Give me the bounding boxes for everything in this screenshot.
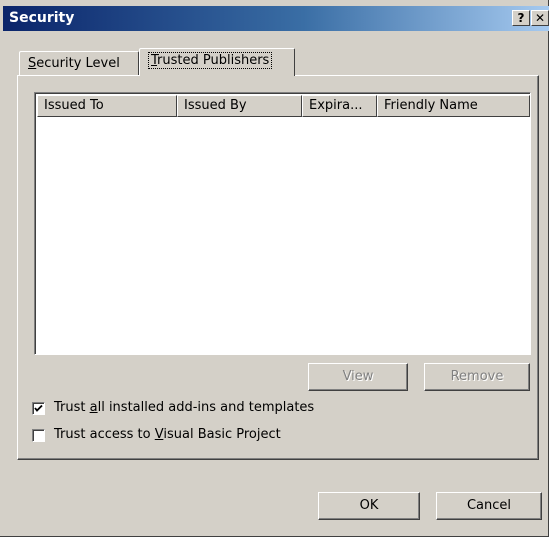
checkmark-icon bbox=[34, 404, 43, 412]
remove-button[interactable]: Remove bbox=[424, 363, 530, 391]
column-issued-by[interactable]: Issued By bbox=[177, 95, 302, 117]
tab-trusted-publishers[interactable]: Trusted Publishers bbox=[139, 48, 295, 76]
security-dialog: Security ? ✕ Security Level Trusted Publ… bbox=[0, 0, 549, 537]
close-button[interactable]: ✕ bbox=[531, 10, 549, 26]
cancel-button[interactable]: Cancel bbox=[436, 492, 542, 520]
column-friendly-name[interactable]: Friendly Name bbox=[377, 95, 530, 117]
trusted-publishers-panel: Issued To Issued By Expira... Friendly N… bbox=[17, 75, 539, 460]
list-header: Issued To Issued By Expira... Friendly N… bbox=[37, 95, 530, 117]
column-issued-to[interactable]: Issued To bbox=[37, 95, 177, 117]
title-bar[interactable]: Security ? ✕ bbox=[3, 6, 549, 31]
view-button[interactable]: View bbox=[308, 363, 408, 391]
tab-trusted-publishers-label: Trusted Publishers bbox=[148, 52, 273, 69]
column-expiration[interactable]: Expira... bbox=[302, 95, 377, 117]
trust-addins-checkbox[interactable] bbox=[32, 402, 45, 415]
help-button[interactable]: ? bbox=[512, 10, 530, 26]
ok-button[interactable]: OK bbox=[318, 492, 420, 520]
close-icon: ✕ bbox=[534, 11, 546, 25]
tab-security-level-label: Security Level bbox=[28, 56, 120, 71]
publishers-list[interactable]: Issued To Issued By Expira... Friendly N… bbox=[34, 92, 531, 355]
trust-vba-checkbox[interactable] bbox=[32, 429, 45, 442]
window-title: Security bbox=[9, 10, 75, 26]
trust-vba-label[interactable]: Trust access to Visual Basic Project bbox=[54, 427, 281, 442]
help-icon: ? bbox=[517, 11, 525, 25]
tab-security-level[interactable]: Security Level bbox=[19, 51, 139, 75]
trust-addins-label[interactable]: Trust all installed add-ins and template… bbox=[54, 400, 314, 415]
